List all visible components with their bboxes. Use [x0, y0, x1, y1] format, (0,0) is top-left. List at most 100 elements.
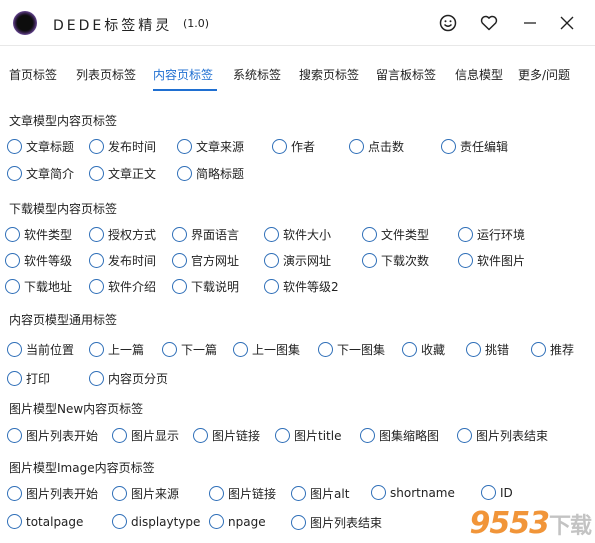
radio-option[interactable]: 软件等级2	[264, 278, 339, 295]
radio-circle[interactable]	[112, 514, 127, 529]
radio-option[interactable]: 挑错	[466, 341, 509, 358]
radio-circle[interactable]	[172, 279, 187, 294]
radio-circle[interactable]	[349, 139, 364, 154]
radio-option[interactable]: displaytype	[112, 514, 200, 529]
radio-option[interactable]: 当前位置	[7, 341, 74, 358]
radio-option[interactable]: 运行环境	[458, 226, 525, 243]
radio-option[interactable]: 下载说明	[172, 278, 239, 295]
radio-circle[interactable]	[209, 514, 224, 529]
radio-circle[interactable]	[89, 166, 104, 181]
radio-circle[interactable]	[7, 371, 22, 386]
radio-option[interactable]: totalpage	[7, 514, 83, 529]
radio-option[interactable]: 发布时间	[89, 138, 156, 155]
radio-option[interactable]: 图片列表开始	[7, 427, 98, 444]
radio-circle[interactable]	[172, 227, 187, 242]
radio-circle[interactable]	[318, 342, 333, 357]
radio-circle[interactable]	[89, 253, 104, 268]
radio-circle[interactable]	[362, 227, 377, 242]
radio-option[interactable]: 图片alt	[291, 485, 349, 502]
radio-option[interactable]: 图片列表开始	[7, 485, 98, 502]
tab-more-questions[interactable]: 更多/问题	[518, 66, 570, 83]
radio-circle[interactable]	[89, 371, 104, 386]
radio-option[interactable]: 软件介绍	[89, 278, 156, 295]
radio-option[interactable]: 图集缩略图	[360, 427, 439, 444]
radio-option[interactable]: 图片title	[275, 427, 341, 444]
radio-option[interactable]: 简略标题	[177, 165, 244, 182]
radio-circle[interactable]	[112, 486, 127, 501]
radio-circle[interactable]	[112, 428, 127, 443]
radio-circle[interactable]	[457, 428, 472, 443]
radio-option[interactable]: 软件等级	[5, 252, 72, 269]
radio-circle[interactable]	[272, 139, 287, 154]
radio-option[interactable]: 文件类型	[362, 226, 429, 243]
radio-circle[interactable]	[466, 342, 481, 357]
radio-option[interactable]: 上一篇	[89, 341, 144, 358]
close-icon[interactable]	[556, 12, 578, 34]
radio-circle[interactable]	[402, 342, 417, 357]
radio-option[interactable]: 作者	[272, 138, 315, 155]
radio-circle[interactable]	[7, 166, 22, 181]
radio-option[interactable]: 图片链接	[193, 427, 260, 444]
radio-circle[interactable]	[5, 227, 20, 242]
radio-option[interactable]: 文章简介	[7, 165, 74, 182]
radio-option[interactable]: 下一图集	[318, 341, 385, 358]
radio-option[interactable]: 内容页分页	[89, 370, 168, 387]
radio-option[interactable]: 授权方式	[89, 226, 156, 243]
radio-circle[interactable]	[458, 227, 473, 242]
radio-option[interactable]: 软件类型	[5, 226, 72, 243]
radio-option[interactable]: 软件大小	[264, 226, 331, 243]
radio-option[interactable]: 下载地址	[5, 278, 72, 295]
radio-circle[interactable]	[458, 253, 473, 268]
radio-option[interactable]: 打印	[7, 370, 50, 387]
radio-circle[interactable]	[7, 342, 22, 357]
radio-option[interactable]: 软件图片	[458, 252, 525, 269]
radio-circle[interactable]	[362, 253, 377, 268]
radio-circle[interactable]	[177, 166, 192, 181]
radio-option[interactable]: 责任编辑	[441, 138, 508, 155]
radio-circle[interactable]	[371, 485, 386, 500]
radio-option[interactable]: 下载次数	[362, 252, 429, 269]
radio-circle[interactable]	[233, 342, 248, 357]
radio-circle[interactable]	[7, 139, 22, 154]
radio-circle[interactable]	[264, 253, 279, 268]
tab-content-tags[interactable]: 内容页标签	[153, 66, 213, 83]
radio-option[interactable]: 上一图集	[233, 341, 300, 358]
radio-option[interactable]: 界面语言	[172, 226, 239, 243]
radio-circle[interactable]	[89, 342, 104, 357]
heart-icon[interactable]	[478, 12, 500, 34]
tab-guestbook-tags[interactable]: 留言板标签	[376, 66, 436, 83]
radio-option[interactable]: 点击数	[349, 138, 404, 155]
radio-option[interactable]: 文章标题	[7, 138, 74, 155]
radio-circle[interactable]	[531, 342, 546, 357]
radio-circle[interactable]	[89, 139, 104, 154]
radio-option[interactable]: 收藏	[402, 341, 445, 358]
radio-option[interactable]: 图片来源	[112, 485, 179, 502]
radio-option[interactable]: 推荐	[531, 341, 574, 358]
smiley-icon[interactable]	[437, 12, 459, 34]
radio-circle[interactable]	[7, 486, 22, 501]
radio-option[interactable]: 图片列表结束	[457, 427, 548, 444]
radio-circle[interactable]	[89, 279, 104, 294]
radio-circle[interactable]	[7, 514, 22, 529]
radio-option[interactable]: 图片显示	[112, 427, 179, 444]
tab-info-model[interactable]: 信息模型	[455, 66, 503, 83]
radio-option[interactable]: npage	[209, 514, 266, 529]
radio-option[interactable]: 文章正文	[89, 165, 156, 182]
radio-option[interactable]: shortname	[371, 485, 455, 500]
radio-circle[interactable]	[177, 139, 192, 154]
radio-option[interactable]: 文章来源	[177, 138, 244, 155]
radio-option[interactable]: 图片链接	[209, 485, 276, 502]
radio-circle[interactable]	[275, 428, 290, 443]
radio-circle[interactable]	[7, 428, 22, 443]
tab-search-tags[interactable]: 搜索页标签	[299, 66, 359, 83]
radio-circle[interactable]	[209, 486, 224, 501]
radio-circle[interactable]	[264, 279, 279, 294]
radio-circle[interactable]	[481, 485, 496, 500]
radio-circle[interactable]	[5, 253, 20, 268]
tab-list-tags[interactable]: 列表页标签	[76, 66, 136, 83]
radio-circle[interactable]	[441, 139, 456, 154]
radio-option[interactable]: ID	[481, 485, 513, 500]
radio-circle[interactable]	[193, 428, 208, 443]
tab-home-tags[interactable]: 首页标签	[9, 66, 57, 83]
tab-system-tags[interactable]: 系统标签	[233, 66, 281, 83]
